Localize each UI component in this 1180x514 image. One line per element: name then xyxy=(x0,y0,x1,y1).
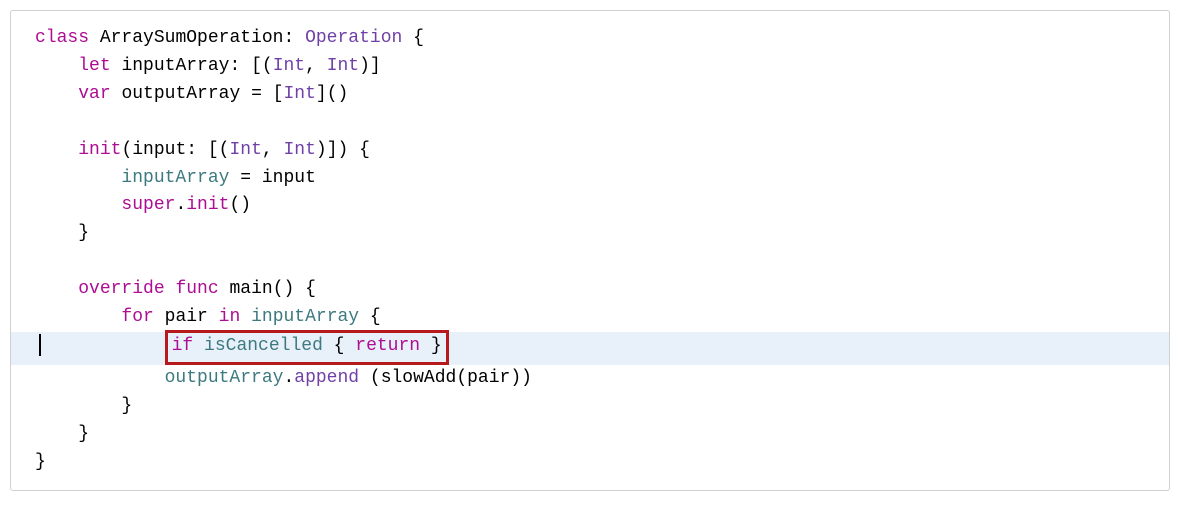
code-line-15: } xyxy=(11,421,1169,449)
space xyxy=(240,307,251,327)
comma: , xyxy=(305,56,327,76)
brace: } xyxy=(121,396,132,416)
member-iscancelled: isCancelled xyxy=(204,336,323,356)
indent xyxy=(35,396,121,416)
prop-inputarray: inputArray xyxy=(121,56,229,76)
keyword-func: func xyxy=(175,279,218,299)
type-int: Int xyxy=(283,140,315,160)
space: ( xyxy=(359,368,381,388)
code-line-10: override func main() { xyxy=(11,276,1169,304)
code-line-5: init(input: [(Int, Int)]) { xyxy=(11,137,1169,165)
keyword-return: return xyxy=(355,336,420,356)
parens: () { xyxy=(273,279,316,299)
code-editor[interactable]: class ArraySumOperation: Operation { let… xyxy=(10,10,1170,491)
dot: . xyxy=(175,195,186,215)
space xyxy=(193,336,204,356)
dot: . xyxy=(283,368,294,388)
close: )]) { xyxy=(316,140,370,160)
space xyxy=(111,84,122,104)
keyword-var: var xyxy=(78,84,110,104)
open: ( xyxy=(456,368,467,388)
type-int: Int xyxy=(283,84,315,104)
code-line-12-highlighted: if isCancelled { return } xyxy=(11,332,1169,365)
code-line-13: outputArray.append (slowAdd(pair)) xyxy=(11,365,1169,393)
code-line-11: for pair in inputArray { xyxy=(11,304,1169,332)
method-append: append xyxy=(294,368,359,388)
close: ]() xyxy=(316,84,348,104)
indent xyxy=(35,56,78,76)
code-line-16: } xyxy=(11,449,1169,477)
code-line-14: } xyxy=(11,393,1169,421)
comma: , xyxy=(262,140,284,160)
keyword-init: init xyxy=(186,195,229,215)
open: (input: [( xyxy=(121,140,229,160)
brace: } xyxy=(35,452,46,472)
space xyxy=(165,279,176,299)
code-line-6: inputArray = input xyxy=(11,165,1169,193)
indent xyxy=(35,223,78,243)
class-name: ArraySumOperation xyxy=(100,28,284,48)
colon: : [( xyxy=(229,56,272,76)
member-inputarray: inputArray xyxy=(251,307,359,327)
brace: } xyxy=(78,424,89,444)
rest: = input xyxy=(229,168,315,188)
keyword-super: super xyxy=(121,195,175,215)
indent xyxy=(35,368,165,388)
colon: : xyxy=(283,28,305,48)
var-pair: pair xyxy=(165,307,208,327)
brace: } xyxy=(420,336,442,356)
indent xyxy=(35,336,165,356)
keyword-let: let xyxy=(78,56,110,76)
code-line-3: var outputArray = [Int]() xyxy=(11,81,1169,109)
code-line-2: let inputArray: [(Int, Int)] xyxy=(11,53,1169,81)
code-line-7: super.init() xyxy=(11,192,1169,220)
indent xyxy=(35,84,78,104)
space xyxy=(208,307,219,327)
brace: { xyxy=(323,336,355,356)
keyword-class: class xyxy=(35,28,89,48)
func-main: main xyxy=(229,279,272,299)
var-pair: pair xyxy=(467,368,510,388)
type-int: Int xyxy=(229,140,261,160)
brace: { xyxy=(402,28,424,48)
keyword-override: override xyxy=(78,279,164,299)
space xyxy=(219,279,230,299)
keyword-init: init xyxy=(78,140,121,160)
keyword-if: if xyxy=(172,336,194,356)
indent xyxy=(35,279,78,299)
indent xyxy=(35,307,121,327)
highlight-box: if isCancelled { return } xyxy=(165,330,449,365)
code-line-1: class ArraySumOperation: Operation { xyxy=(11,25,1169,53)
member-inputarray: inputArray xyxy=(121,168,229,188)
close: )] xyxy=(359,56,381,76)
space xyxy=(111,56,122,76)
type-int: Int xyxy=(273,56,305,76)
indent xyxy=(35,195,121,215)
close: )) xyxy=(510,368,532,388)
keyword-in: in xyxy=(219,307,241,327)
type-int: Int xyxy=(327,56,359,76)
cursor-icon xyxy=(39,334,41,356)
keyword-for: for xyxy=(121,307,153,327)
member-outputarray: outputArray xyxy=(165,368,284,388)
brace: } xyxy=(78,223,89,243)
code-line-empty xyxy=(11,109,1169,137)
code-line-8: } xyxy=(11,220,1169,248)
brace: { xyxy=(359,307,381,327)
code-line-empty xyxy=(11,248,1169,276)
indent xyxy=(35,424,78,444)
parens: () xyxy=(229,195,251,215)
indent xyxy=(35,168,121,188)
space xyxy=(154,307,165,327)
indent xyxy=(35,140,78,160)
type-operation: Operation xyxy=(305,28,402,48)
func-slowadd: slowAdd xyxy=(381,368,457,388)
eq: = [ xyxy=(240,84,283,104)
prop-outputarray: outputArray xyxy=(121,84,240,104)
